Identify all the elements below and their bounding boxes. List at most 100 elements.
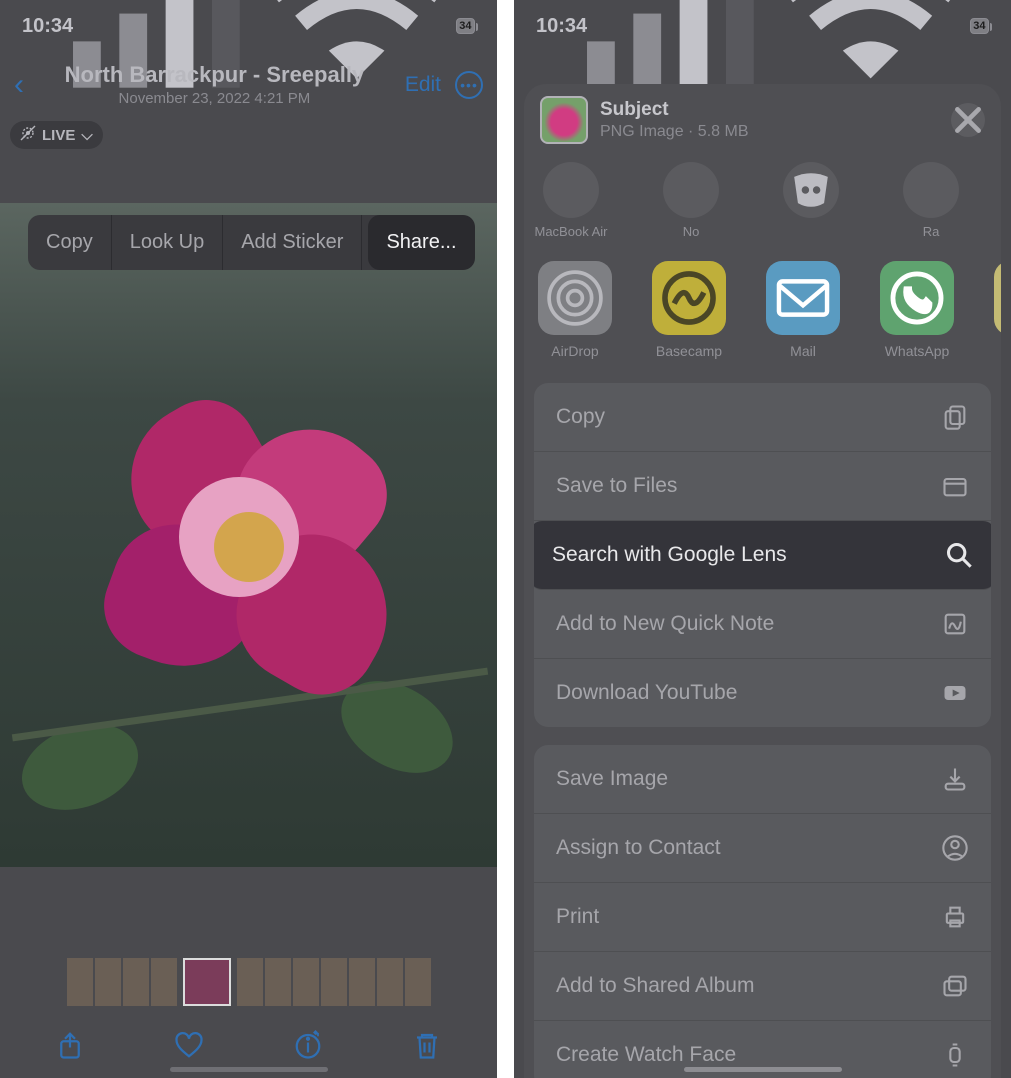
mail-icon [766,261,840,335]
person-icon [941,834,969,862]
location-title: North Barrackpur - Sreepally [24,62,405,88]
share-app-airdrop[interactable]: AirDrop [534,261,616,359]
more-button[interactable]: ••• [455,71,483,99]
wifi-icon [778,0,963,94]
status-time: 10:34 [536,15,587,38]
bottom-toolbar [0,1030,497,1060]
action-label: Download YouTube [556,681,737,705]
action-label: Search with Google Lens [552,543,787,567]
context-menu: Copy Look Up Add Sticker Share... [28,215,475,270]
ctx-copy[interactable]: Copy [28,215,112,270]
thumb-selected[interactable] [183,958,231,1006]
sheet-titles: Subject PNG Image · 5.8 MB [600,99,749,141]
live-icon [20,125,36,145]
print-icon [941,903,969,931]
edit-button[interactable]: Edit [405,73,441,97]
action-add-to-new-quick-note[interactable]: Add to New Quick Note [534,590,991,659]
thumb[interactable] [67,958,93,1006]
action-copy[interactable]: Copy [534,383,991,452]
action-label: Assign to Contact [556,836,721,860]
action-add-to-shared-album[interactable]: Add to Shared Album [534,952,991,1021]
thumb[interactable] [123,958,149,1006]
battery-icon: 34 [456,18,475,34]
airdrop-target-icon [903,162,959,218]
thumb[interactable] [321,958,347,1006]
search-icon [945,541,973,569]
battery-icon: 34 [970,18,989,34]
subject-thumbnail [540,96,588,144]
basecamp-icon [652,261,726,335]
airdrop-target[interactable] [772,162,850,239]
share-app-whatsapp[interactable]: WhatsApp [876,261,958,359]
ctx-add-sticker[interactable]: Add Sticker [223,215,362,270]
status-time: 10:34 [22,15,73,38]
home-indicator[interactable] [684,1067,842,1072]
airdrop-targets-row[interactable]: MacBook Air No Ra [524,154,1001,251]
whatsapp-icon [880,261,954,335]
thumb[interactable] [237,958,263,1006]
note-icon [941,610,969,638]
action-print[interactable]: Print [534,883,991,952]
download-icon [941,765,969,793]
date-subtitle: November 23, 2022 4:21 PM [24,90,405,107]
action-download-youtube[interactable]: Download YouTube [534,659,991,727]
airdrop-target[interactable]: No [652,162,730,239]
info-icon[interactable] [293,1030,323,1060]
share-app-basecamp[interactable]: Basecamp [648,261,730,359]
share-app-label: WhatsApp [885,343,950,359]
album-icon [941,972,969,1000]
share-actions-group-2: Save Image Assign to Contact Print Add t… [534,745,991,1078]
action-search-with-google-lens[interactable]: Search with Google Lens [534,521,991,590]
thumb[interactable] [293,958,319,1006]
sheet-header: Subject PNG Image · 5.8 MB [524,96,1001,154]
thumb[interactable] [377,958,403,1006]
action-label: Save Image [556,767,668,791]
airdrop-target[interactable]: MacBook Air [532,162,610,239]
photo-viewer[interactable]: Copy Look Up Add Sticker Share... [0,203,497,867]
heart-icon[interactable] [174,1030,204,1060]
thumb[interactable] [95,958,121,1006]
action-save-image[interactable]: Save Image [534,745,991,814]
share-app-mail[interactable]: Mail [762,261,844,359]
flower-shape [99,397,399,697]
chevron-down-icon: ⌵ [81,127,92,144]
status-right: 34 [587,0,989,94]
share-apps-row[interactable]: AirDrop Basecamp Mail WhatsApp [524,251,1001,373]
home-indicator[interactable] [170,1067,328,1072]
action-label: Save to Files [556,474,677,498]
close-button[interactable] [951,103,985,137]
airdrop-target[interactable]: Ra [892,162,970,239]
action-assign-to-contact[interactable]: Assign to Contact [534,814,991,883]
airdrop-target-label: Ra [923,224,940,239]
share-app-item[interactable] [990,261,1001,359]
share-app-label: Basecamp [656,343,722,359]
thumb[interactable] [151,958,177,1006]
copy-icon [941,403,969,431]
thumbnail-strip[interactable] [0,958,497,1006]
ctx-lookup[interactable]: Look Up [112,215,224,270]
image-divider [497,0,514,1078]
thumb[interactable] [265,958,291,1006]
action-label: Print [556,905,599,929]
share-icon[interactable] [55,1030,85,1060]
app-icon [994,261,1001,335]
action-label: Create Watch Face [556,1043,736,1067]
ctx-share[interactable]: Share... [368,215,474,270]
share-app-label: Mail [790,343,816,359]
thumb[interactable] [405,958,431,1006]
thumb[interactable] [349,958,375,1006]
share-sheet: Subject PNG Image · 5.8 MB MacBook Air N… [524,84,1001,1078]
trash-icon[interactable] [412,1030,442,1060]
title-block: North Barrackpur - Sreepally November 23… [24,62,405,107]
share-app-label: AirDrop [551,343,598,359]
live-photo-pill[interactable]: LIVE ⌵ [10,121,103,149]
action-label: Add to Shared Album [556,974,754,998]
action-save-to-files[interactable]: Save to Files [534,452,991,521]
youtube-icon [941,679,969,707]
watch-icon [941,1041,969,1069]
live-label: LIVE [42,127,75,144]
back-button[interactable]: ‹ [14,68,24,102]
status-bar: 10:34 34 [0,0,497,52]
action-label: Add to New Quick Note [556,612,774,636]
nav-right: Edit ••• [405,71,483,99]
